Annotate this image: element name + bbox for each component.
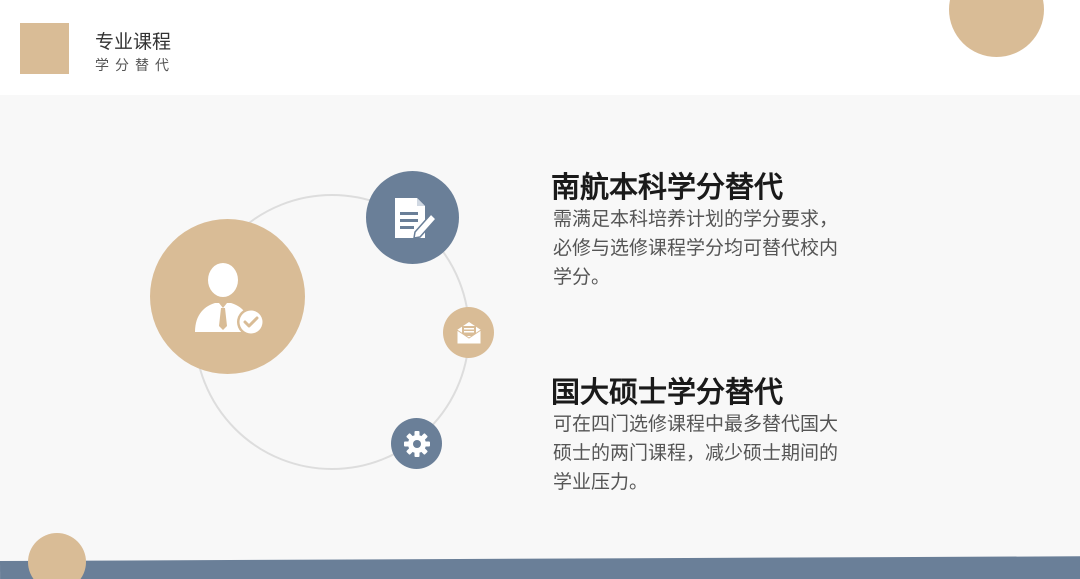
- businessman-check-icon: [150, 219, 305, 374]
- envelope-open-icon: [443, 307, 494, 358]
- document-edit-icon: [366, 171, 459, 264]
- section-title-nuaa: 南航本科学分替代: [551, 170, 784, 204]
- header-accent-square: [20, 23, 69, 74]
- section-title-nus: 国大硕士学分替代: [551, 375, 784, 409]
- bottom-band: [0, 556, 1080, 579]
- section-body-nus: 可在四门选修课程中最多替代国大硕士的两门课程，减少硕士期间的学业压力。: [553, 413, 839, 493]
- decorative-circle-bottom: [28, 533, 86, 579]
- gear-icon: [391, 418, 442, 469]
- slide: 专业课程 学分替代 南航本科学分替代 需满足本科培养计划的学分要求，必修与选修课…: [0, 0, 1080, 579]
- section-body-nuaa: 需满足本科培养计划的学分要求，必修与选修课程学分均可替代校内学分。: [553, 208, 839, 288]
- page-subtitle: 学分替代: [95, 58, 175, 74]
- header-bar: 专业课程 学分替代: [0, 0, 1080, 95]
- page-title: 专业课程: [95, 31, 172, 53]
